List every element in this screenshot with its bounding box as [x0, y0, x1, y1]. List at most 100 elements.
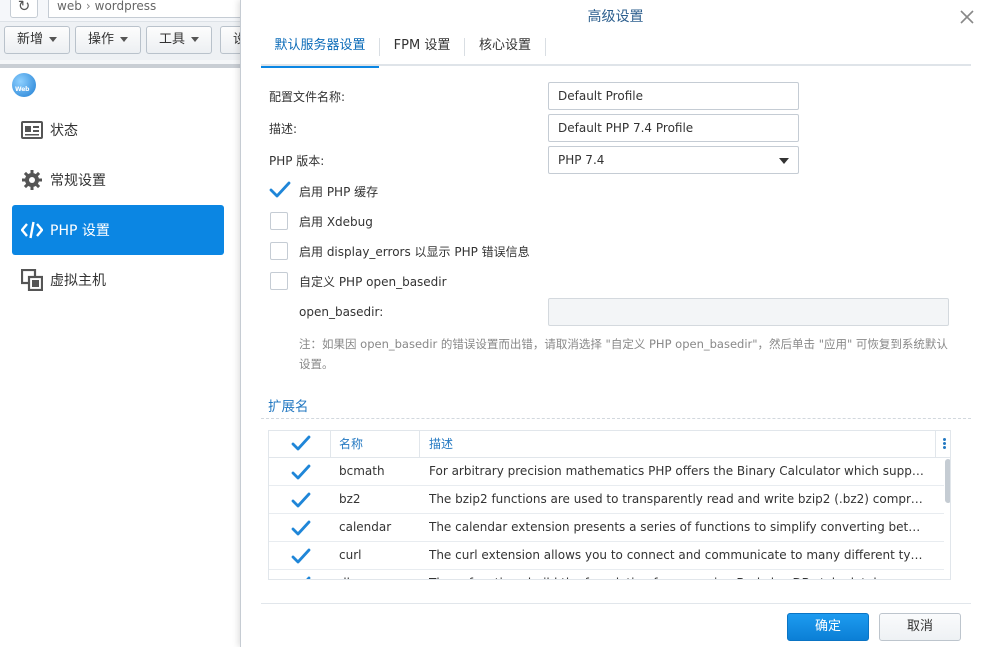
cancel-button[interactable]: 取消	[879, 613, 961, 641]
actions-menu-button[interactable]: 操作	[75, 26, 142, 54]
custom-open-basedir-row[interactable]: 自定义 PHP open_basedir	[270, 271, 447, 291]
extension-description: The calendar extension presents a series…	[429, 520, 929, 534]
extension-name: bcmath	[339, 464, 385, 478]
checkmark-icon	[291, 548, 311, 564]
row-checkbox[interactable]	[291, 520, 311, 541]
column-divider	[330, 431, 331, 457]
dropdown-arrow-icon	[779, 158, 789, 164]
tab-divider	[545, 38, 546, 56]
tab-fpm[interactable]: FPM 设置	[380, 34, 464, 66]
checkbox-checked[interactable]	[269, 181, 291, 200]
column-header-description[interactable]: 描述	[429, 431, 453, 457]
create-label: 新增	[17, 32, 44, 47]
sidebar-item-status[interactable]: 状态	[12, 105, 224, 155]
checkbox-label: 启用 Xdebug	[299, 214, 373, 229]
web-station-logo-icon: Web	[12, 73, 36, 97]
extension-description: For arbitrary precision mathematics PHP …	[429, 464, 929, 478]
extension-name: dba	[339, 570, 419, 579]
description-label: 描述:	[269, 122, 298, 136]
select-all-checkbox[interactable]	[291, 435, 311, 456]
enable-xdebug-row[interactable]: 启用 Xdebug	[270, 211, 373, 231]
table-row[interactable]: dba These functions build the foundation…	[269, 570, 944, 579]
refresh-icon: ↻	[17, 0, 31, 15]
php-version-select[interactable]: PHP 7.4	[548, 146, 799, 174]
checkbox-label: 自定义 PHP open_basedir	[299, 274, 447, 289]
description-input[interactable]: Default PHP 7.4 Profile	[548, 114, 799, 142]
row-checkbox[interactable]	[291, 492, 311, 513]
checkbox-label: 启用 display_errors 以显示 PHP 错误信息	[299, 244, 530, 259]
table-scrollbar[interactable]	[945, 459, 950, 503]
extension-name: curl	[339, 548, 362, 562]
profile-name-input[interactable]: Default Profile	[548, 82, 799, 110]
tools-label: 工具	[159, 32, 186, 47]
create-menu-button[interactable]: 新增	[4, 26, 71, 54]
checkmark-icon	[291, 435, 311, 451]
enable-php-cache-row[interactable]: 启用 PHP 缓存	[269, 181, 379, 201]
php-version-value: PHP 7.4	[558, 153, 605, 167]
column-header-name[interactable]: 名称	[339, 431, 363, 457]
row-checkbox[interactable]	[291, 464, 311, 485]
path-breadcrumb[interactable]: web › wordpress	[48, 0, 258, 18]
tab-default-server[interactable]: 默认服务器设置	[261, 34, 379, 68]
tab-bar: 默认服务器设置 FPM 设置 核心设置	[261, 34, 971, 68]
profile-name-label: 配置文件名称:	[269, 90, 346, 104]
open-basedir-label: open_basedir:	[299, 305, 384, 319]
table-row[interactable]: calendar The calendar extension presents…	[269, 514, 944, 542]
logo-text: Web	[15, 86, 30, 93]
tab-core[interactable]: 核心设置	[465, 34, 545, 66]
app-sidebar: Web 状态 常规设置 PHP 设置 虚拟主机	[0, 68, 240, 647]
section-divider	[261, 418, 971, 419]
close-icon[interactable]	[959, 9, 975, 25]
sidebar-item-label: 虚拟主机	[50, 273, 106, 289]
code-icon	[21, 219, 43, 241]
extension-name: bz2	[339, 492, 361, 506]
note-line: 设置。	[299, 357, 334, 371]
checkbox-unchecked[interactable]	[270, 242, 288, 260]
table-row[interactable]: curl The curl extension allows you to co…	[269, 542, 944, 570]
row-checkbox[interactable]	[291, 576, 311, 579]
column-menu-icon[interactable]	[943, 438, 946, 450]
php-version-label: PHP 版本:	[269, 154, 325, 168]
dialog-title: 高级设置	[587, 9, 644, 25]
extension-description: The curl extension allows you to connect…	[429, 548, 929, 562]
table-row[interactable]: bz2 The bzip2 functions are used to tran…	[269, 486, 944, 514]
sidebar-item-general[interactable]: 常规设置	[12, 155, 224, 205]
extension-description: These functions build the foundation for…	[429, 570, 929, 579]
sidebar-item-php-settings[interactable]: PHP 设置	[12, 205, 224, 255]
sidebar-item-label: 常规设置	[50, 173, 106, 189]
extension-name: calendar	[339, 520, 392, 534]
sidebar-item-label: 状态	[50, 123, 78, 139]
enable-display-errors-row[interactable]: 启用 display_errors 以显示 PHP 错误信息	[270, 241, 530, 261]
sidebar-item-label: PHP 设置	[50, 223, 110, 239]
extensions-table: 名称 描述 bcmath For arbitrary precision mat…	[268, 430, 951, 580]
column-divider	[419, 431, 420, 457]
caret-down-icon	[49, 37, 58, 42]
extensions-section-title: 扩展名	[268, 399, 309, 415]
path-segment: wordpress	[94, 0, 157, 13]
note-text: 注：如果因 open_basedir 的错误设置而出错，请取消选择 "自定义 P…	[299, 334, 959, 374]
checkbox-unchecked[interactable]	[270, 272, 288, 290]
virtual-host-icon	[21, 269, 43, 291]
table-row[interactable]: bcmath For arbitrary precision mathemati…	[269, 458, 944, 486]
actions-label: 操作	[88, 32, 115, 47]
open-basedir-input[interactable]	[548, 298, 949, 326]
extension-description: The bzip2 functions are used to transpar…	[429, 492, 929, 506]
note-line: 注：如果因 open_basedir 的错误设置而出错，请取消选择 "自定义 P…	[299, 337, 948, 351]
path-segment: web	[57, 0, 82, 13]
checkmark-icon	[291, 464, 311, 480]
gear-icon	[21, 169, 43, 191]
ok-button[interactable]: 确定	[787, 613, 869, 641]
column-divider	[935, 431, 936, 457]
footer-divider	[261, 603, 971, 604]
toolbar: 新增 操作 工具 设	[0, 22, 260, 60]
checkbox-unchecked[interactable]	[270, 212, 288, 230]
status-card-icon	[21, 119, 43, 141]
row-checkbox[interactable]	[291, 548, 311, 569]
checkmark-icon	[306, 576, 311, 579]
checkbox-label: 启用 PHP 缓存	[299, 184, 379, 199]
checkmark-icon	[291, 492, 311, 508]
caret-down-icon	[120, 37, 129, 42]
sidebar-item-virtual-host[interactable]: 虚拟主机	[12, 255, 224, 305]
refresh-button[interactable]: ↻	[10, 0, 38, 18]
tools-menu-button[interactable]: 工具	[146, 26, 213, 54]
